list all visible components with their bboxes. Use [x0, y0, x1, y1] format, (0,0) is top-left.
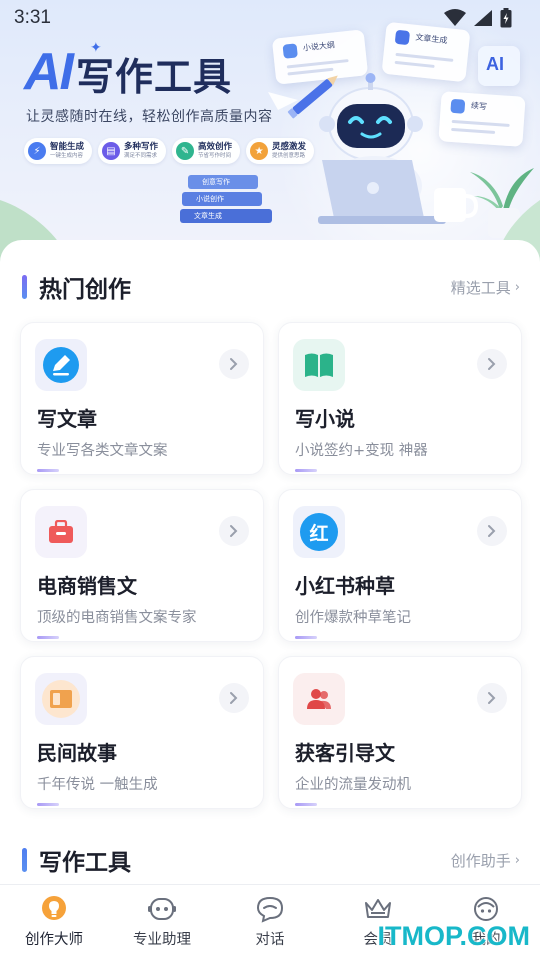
tool-card-xiaohongshu[interactable]: 红 小红书种草 创作爆款种草笔记 — [278, 489, 522, 642]
feature-chip: ▤ 多种写作 满足不同需求 — [98, 138, 167, 164]
chevron-right-icon: › — [514, 852, 520, 868]
watermark: ITMOP.COM — [377, 921, 530, 951]
book-stack: 创意写作 小说创作 文章生成 — [180, 172, 272, 223]
chip-sub: 一键生成内容 — [50, 152, 84, 159]
chevron-right-icon[interactable] — [219, 349, 249, 379]
red-badge-icon: 红 — [293, 506, 345, 558]
card-title: 电商销售文 — [37, 574, 137, 598]
star-icon: ★ — [250, 142, 269, 160]
chevron-right-icon[interactable] — [477, 516, 507, 546]
robot-face-icon — [148, 898, 176, 920]
card-title: 写文章 — [37, 407, 97, 431]
status-bar: 3:31 — [0, 0, 540, 36]
feature-chip: ✎ 高效创作 节省写作时间 — [172, 138, 241, 164]
card-title: 小红书种草 — [295, 574, 395, 598]
badge-glyph: 红 — [300, 513, 338, 551]
status-time: 3:31 — [14, 7, 51, 28]
nav-tab-creative-master[interactable]: 创作大师 — [0, 885, 108, 960]
creative-assistant-link[interactable]: 创作助手 › — [451, 850, 520, 871]
card-accent — [37, 469, 59, 472]
chevron-right-icon[interactable] — [219, 683, 249, 713]
feature-chip: ★ 灵感激发 提供创意思路 — [246, 138, 315, 164]
chip-title: 高效创作 — [198, 142, 233, 153]
chevron-right-icon[interactable] — [477, 683, 507, 713]
book-spine: 小说创作 — [182, 192, 262, 206]
shop-bag-icon — [35, 506, 87, 558]
mug-icon — [434, 188, 479, 222]
doc-icon: ▤ — [102, 142, 121, 160]
banner-title-text: 写作工具 — [76, 55, 233, 100]
card-desc: 千年传说 一触生成 — [37, 777, 158, 793]
pen-icon: ✎ — [176, 142, 195, 160]
chip-title: 多种写作 — [124, 142, 159, 153]
chip-title: 智能生成 — [50, 142, 85, 153]
hero-banner: 小说大纲 文章生成 AI 续写 创意写作 小说创作 文章生成 ✦ AI 写作工具… — [0, 0, 540, 262]
book-spine: 创意写作 — [188, 175, 258, 189]
chip-sub: 提供创意思路 — [272, 152, 306, 159]
chip-sub: 节省写作时间 — [198, 152, 232, 159]
lightbulb-icon — [42, 896, 66, 920]
chip-title: 灵感激发 — [272, 142, 307, 153]
banner-subtitle: 让灵感随时在线，轻松创作高质量内容 — [26, 109, 273, 125]
profile-icon — [474, 897, 498, 921]
hot-section-header: 热门创作 精选工具 › — [22, 270, 520, 304]
lightning-icon: ⚡ — [28, 142, 46, 160]
wifi-icon — [444, 9, 466, 26]
users-icon — [293, 673, 345, 725]
chat-bubble-icon — [256, 896, 284, 923]
crown-icon — [365, 899, 391, 918]
hot-section-title: 热门创作 — [39, 277, 131, 303]
nav-label: 对话 — [255, 932, 285, 948]
status-icons — [444, 8, 512, 28]
card-accent — [295, 803, 317, 806]
chevron-right-icon: › — [514, 279, 520, 295]
pen-icon — [35, 339, 87, 391]
tool-card-folk-story[interactable]: 民间故事 千年传说 一触生成 — [20, 656, 264, 809]
tools-section-title: 写作工具 — [39, 850, 131, 876]
ai-logo: AI — [24, 43, 74, 101]
robot-head — [319, 73, 423, 161]
card-title: 民间故事 — [37, 741, 117, 765]
laptop-icon — [318, 160, 446, 224]
card-desc: 小说签约+变现 神器 — [295, 443, 428, 459]
featured-tools-label: 精选工具 — [450, 278, 511, 297]
tool-card-lead-gen[interactable]: 获客引导文 企业的流量发动机 — [278, 656, 522, 809]
creative-assistant-label: 创作助手 — [450, 851, 511, 870]
card-accent — [37, 803, 59, 806]
hot-tools-grid: 写文章 专业写各类文章文案 写小说 小说签约+变现 神器 电商销售文 顶级的电商… — [20, 322, 522, 809]
nav-tab-assistant[interactable]: 专业助理 — [108, 885, 216, 960]
signal-icon — [474, 10, 492, 26]
feature-chips: ⚡ 智能生成 一键生成内容 ▤ 多种写作 满足不同需求 ✎ 高效创作 节省写作时间 ★… — [24, 138, 315, 164]
card-desc: 创作爆款种草笔记 — [295, 610, 411, 626]
story-book-icon — [35, 673, 87, 725]
feature-chip: ⚡ 智能生成 一键生成内容 — [24, 138, 93, 164]
card-desc: 顶级的电商销售文案专家 — [37, 610, 197, 626]
card-accent — [295, 469, 317, 472]
card-title: 获客引导文 — [295, 741, 395, 765]
card-accent — [37, 636, 59, 639]
nav-label: 专业助理 — [133, 932, 191, 948]
chip-sub: 满足不同需求 — [124, 152, 158, 159]
banner-title: AI 写作工具 — [24, 46, 232, 98]
tools-section-header: 写作工具 创作助手 › — [22, 843, 520, 877]
book-spine: 文章生成 — [180, 209, 272, 223]
chevron-right-icon[interactable] — [219, 516, 249, 546]
section-accent-bar — [22, 275, 27, 299]
card-title: 写小说 — [295, 407, 355, 431]
featured-tools-link[interactable]: 精选工具 › — [451, 277, 520, 298]
tool-card-write-novel[interactable]: 写小说 小说签约+变现 神器 — [278, 322, 522, 475]
nav-tab-chat[interactable]: 对话 — [216, 885, 324, 960]
battery-icon — [500, 8, 512, 28]
card-desc: 企业的流量发动机 — [295, 777, 411, 793]
tool-card-write-article[interactable]: 写文章 专业写各类文章文案 — [20, 322, 264, 475]
chevron-right-icon[interactable] — [477, 349, 507, 379]
tool-card-ecommerce-copy[interactable]: 电商销售文 顶级的电商销售文案专家 — [20, 489, 264, 642]
section-accent-bar — [22, 848, 27, 872]
card-desc: 专业写各类文章文案 — [37, 443, 168, 459]
card-accent — [295, 636, 317, 639]
book-icon — [293, 339, 345, 391]
nav-label: 创作大师 — [25, 932, 83, 948]
